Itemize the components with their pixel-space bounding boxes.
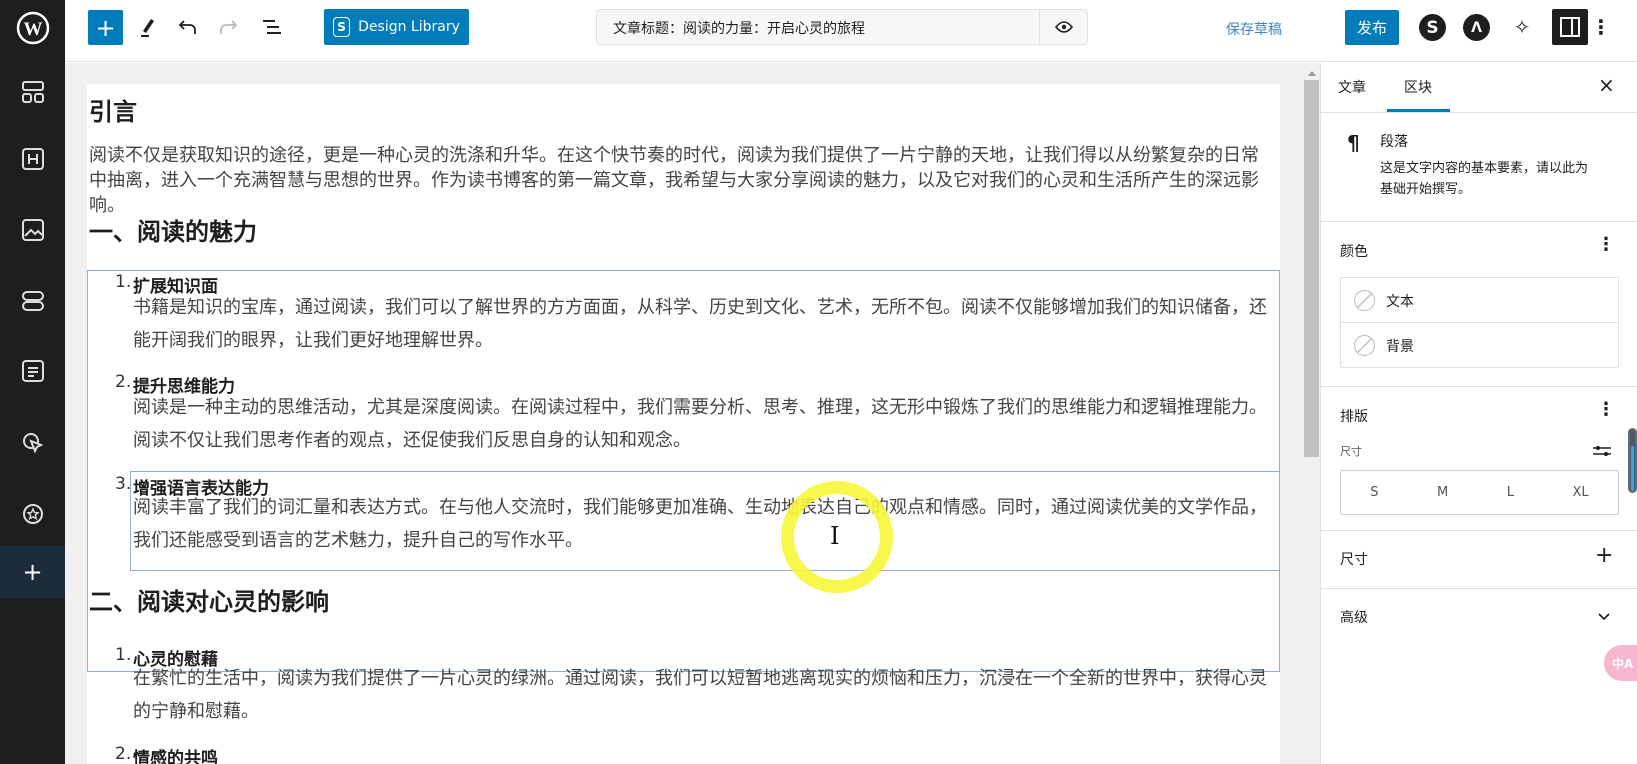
block-card: ¶ 段落 这是文字内容的基本要素，请以此为基础开始撰写。	[1321, 112, 1637, 221]
page-icon[interactable]	[0, 349, 65, 393]
list-item-text: 书籍是知识的宝库，通过阅读，我们可以了解世界的方方面面，从科学、历史到文化、艺术…	[133, 297, 1267, 351]
advanced-title: 高级	[1340, 610, 1368, 626]
color-item-background[interactable]: 背景	[1341, 323, 1618, 368]
translate-badge[interactable]: 中A	[1604, 645, 1637, 681]
editor-toolbar: + S Design Library 文章标题：阅读的力量：开启心灵的旅程 保存…	[65, 0, 1637, 62]
layout-icon[interactable]	[0, 279, 65, 323]
editor-canvas: 引言 阅读不仅是获取知识的途径，更是一种心灵的洗涤和升华。在这个快节奏的时代，阅…	[65, 63, 1303, 764]
paragraph-intro[interactable]: 阅读不仅是获取知识的途径，更是一种心灵的洗涤和升华。在这个快节奏的时代，阅读为我…	[89, 143, 1275, 218]
color-item-label: 背景	[1386, 339, 1414, 355]
typography-section: 排版 ⋮ 尺寸 S M L XL	[1321, 386, 1637, 530]
custom-size-sliders-icon[interactable]	[1593, 443, 1611, 462]
ai-a-icon[interactable]: Λ	[1463, 14, 1490, 41]
font-size-picker: S M L XL	[1340, 470, 1619, 515]
patterns-icon[interactable]	[0, 70, 65, 114]
list-number: 1.	[115, 645, 132, 665]
publish-button[interactable]: 发布	[1345, 10, 1399, 45]
size-option-xl[interactable]: XL	[1573, 485, 1589, 500]
stackable-s-icon[interactable]: S	[1419, 14, 1446, 41]
tab-block[interactable]: 区块	[1404, 77, 1432, 97]
list-number: 1.	[115, 272, 132, 292]
pen-tool-icon[interactable]	[133, 12, 163, 42]
list-item-title: 情感的共鸣	[133, 749, 218, 764]
list-item-text: 阅读丰富了我们的词汇量和表达方式。在与他人交流时，我们能够更加准确、生动地表达自…	[133, 497, 1267, 551]
color-section: 颜色 ⋮ 文本 背景	[1321, 221, 1637, 386]
size-option-m[interactable]: M	[1437, 485, 1448, 500]
settings-panel: 文章 区块 × ¶ 段落 这是文字内容的基本要素，请以此为基础开始撰写。 颜色 …	[1320, 63, 1637, 764]
preview-eye-icon[interactable]	[1039, 10, 1088, 44]
svg-text:W: W	[23, 19, 42, 40]
scrollbar-thumb[interactable]	[1304, 80, 1319, 457]
paragraph-icon: ¶	[1347, 131, 1360, 155]
document-title-bar[interactable]: 文章标题：阅读的力量：开启心灵的旅程	[596, 9, 1088, 45]
redo-icon[interactable]	[213, 12, 243, 42]
list-item-text: 在繁忙的生活中，阅读为我们提供了一片心灵的绿洲。通过阅读，我们可以短暂地逃离现实…	[133, 668, 1267, 722]
list-number: 2.	[115, 372, 132, 392]
list-item-text: 阅读是一种主动的思维活动，尤其是深度阅读。在阅读过程中，我们需要分析、思考、推理…	[133, 397, 1267, 451]
scroll-gauge-widget[interactable]	[1628, 428, 1637, 493]
block-name: 段落	[1380, 134, 1408, 150]
color-options-kebab-icon[interactable]: ⋮	[1597, 234, 1615, 255]
wordpress-logo-icon[interactable]: W	[0, 6, 65, 50]
heading-icon[interactable]	[0, 137, 65, 181]
size-option-l[interactable]: L	[1507, 485, 1514, 500]
heading-section-2[interactable]: 二、阅读对心灵的影响	[89, 582, 329, 617]
design-library-label: Design Library	[358, 19, 460, 35]
chevron-down-icon[interactable]	[1598, 613, 1610, 621]
block-description: 这是文字内容的基本要素，请以此为基础开始撰写。	[1380, 161, 1589, 197]
color-item-label: 文本	[1386, 294, 1414, 310]
heading-section-1[interactable]: 一、阅读的魅力	[89, 212, 257, 247]
scroll-up-arrow-icon[interactable]	[1308, 71, 1316, 76]
color-item-text[interactable]: 文本	[1341, 278, 1618, 323]
design-library-icon: S	[333, 17, 351, 37]
tab-post[interactable]: 文章	[1338, 77, 1366, 97]
list-number: 2.	[115, 744, 132, 764]
typography-title: 排版	[1340, 409, 1368, 425]
settings-sidebar-toggle-icon[interactable]	[1552, 9, 1588, 45]
canvas-scrollbar[interactable]	[1303, 63, 1320, 764]
add-dimension-plus-icon[interactable]: +	[1595, 543, 1613, 568]
no-color-swatch-icon	[1354, 335, 1375, 356]
text-cursor-icon: I	[830, 522, 840, 550]
star-badge-icon[interactable]	[0, 492, 65, 536]
sparkle-ai-icon[interactable]: ✧	[1508, 13, 1536, 41]
document-title: 文章标题：阅读的力量：开启心灵的旅程	[613, 21, 865, 37]
color-list: 文本 背景	[1340, 277, 1619, 368]
heading-intro[interactable]: 引言	[89, 92, 137, 127]
document-overview-icon[interactable]	[257, 12, 287, 42]
size-option-s[interactable]: S	[1370, 485, 1378, 500]
save-draft-link[interactable]: 保存草稿	[1226, 19, 1282, 39]
cursor-click-icon[interactable]	[0, 421, 65, 465]
admin-sidebar: W +	[0, 0, 65, 764]
undo-icon[interactable]	[173, 12, 203, 42]
no-color-swatch-icon	[1354, 290, 1375, 311]
font-size-label: 尺寸	[1340, 445, 1362, 458]
add-icon[interactable]: +	[0, 546, 65, 598]
post-content: 引言 阅读不仅是获取知识的途径，更是一种心灵的洗涤和升华。在这个快节奏的时代，阅…	[87, 84, 1280, 764]
options-kebab-icon[interactable]: ⋮	[1590, 12, 1612, 42]
advanced-section[interactable]: 高级	[1321, 588, 1637, 646]
close-panel-icon[interactable]: ×	[1598, 73, 1615, 97]
list-number: 3.	[115, 474, 132, 494]
add-block-button[interactable]: +	[88, 10, 123, 45]
image-icon[interactable]	[0, 208, 65, 252]
typography-options-kebab-icon[interactable]: ⋮	[1597, 399, 1615, 420]
dimensions-section[interactable]: 尺寸 +	[1321, 530, 1637, 588]
color-title: 颜色	[1340, 244, 1368, 260]
design-library-button[interactable]: S Design Library	[324, 9, 469, 45]
dimensions-title: 尺寸	[1340, 552, 1368, 568]
